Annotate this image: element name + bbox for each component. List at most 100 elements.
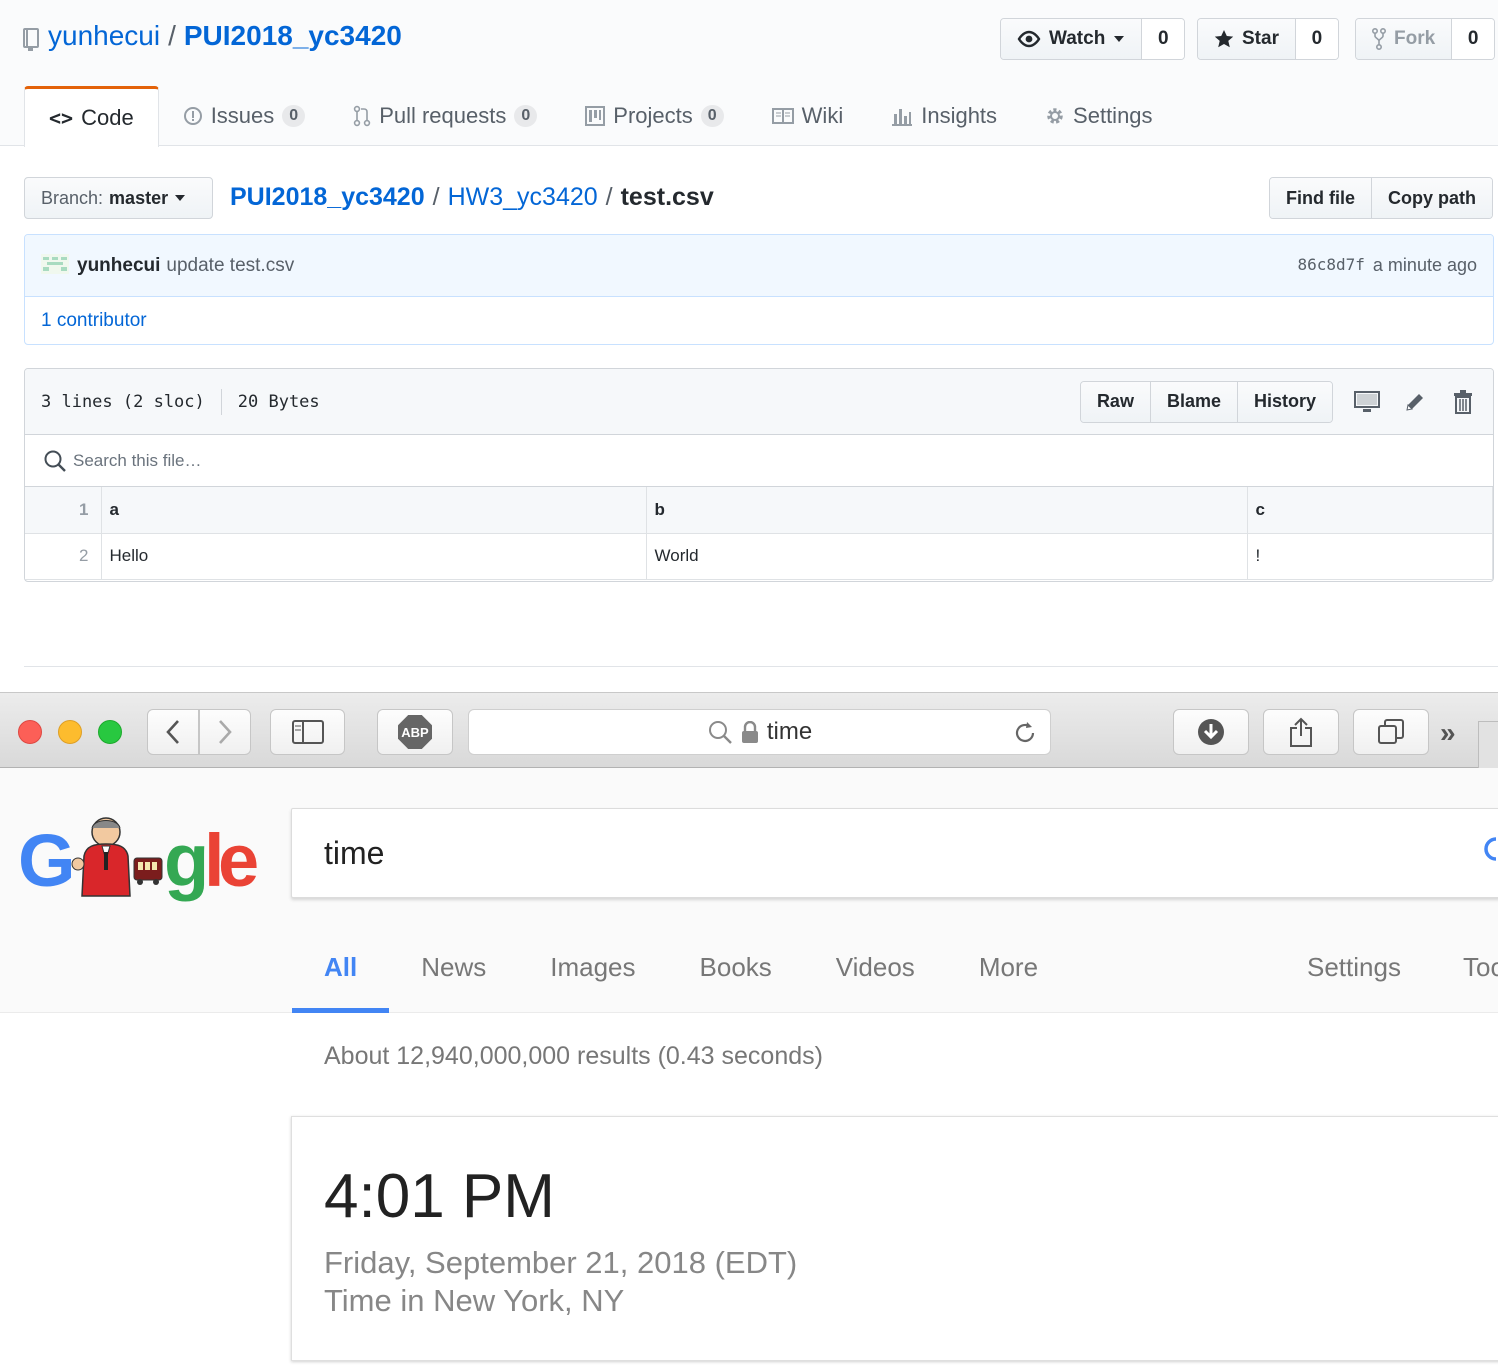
star-button[interactable]: Star bbox=[1198, 19, 1296, 59]
find-file-button[interactable]: Find file bbox=[1270, 178, 1371, 218]
time-location: Time in New York, NY bbox=[324, 1283, 625, 1318]
fork-button[interactable]: Fork bbox=[1356, 19, 1453, 59]
back-button[interactable] bbox=[147, 709, 199, 755]
tab-code-label: Code bbox=[81, 105, 134, 130]
scrollbar-edge bbox=[1478, 721, 1498, 769]
star-count[interactable]: 0 bbox=[1295, 19, 1338, 59]
fork-group: Fork 0 bbox=[1355, 18, 1496, 60]
trash-icon[interactable] bbox=[1449, 388, 1477, 416]
tab-settings-label: Settings bbox=[1073, 103, 1153, 128]
copy-path-button[interactable]: Copy path bbox=[1371, 178, 1492, 218]
github-page: yunhecui / PUI2018_yc3420 Watch 0 Star 0… bbox=[0, 0, 1498, 692]
tab-news[interactable]: News bbox=[389, 940, 518, 1013]
downloads-button[interactable] bbox=[1173, 709, 1249, 755]
desktop-icon[interactable] bbox=[1353, 388, 1381, 416]
tab-pull-requests-label: Pull requests bbox=[379, 103, 507, 128]
tab-settings[interactable]: Settings bbox=[1021, 86, 1177, 146]
pull-requests-count: 0 bbox=[514, 105, 538, 127]
table-row: 2 Hello World ! bbox=[25, 533, 1493, 580]
commit-message-link[interactable]: update test.csv bbox=[166, 255, 294, 277]
google-doodle-logo[interactable]: G g l e bbox=[18, 812, 260, 904]
watch-label: Watch bbox=[1049, 28, 1106, 49]
tab-insights[interactable]: Insights bbox=[867, 86, 1021, 146]
commit-author-link[interactable]: yunhecui bbox=[77, 255, 160, 277]
repo-owner-link[interactable]: yunhecui bbox=[48, 18, 160, 54]
avatar[interactable] bbox=[41, 251, 69, 281]
fork-count[interactable]: 0 bbox=[1452, 19, 1495, 59]
tab-all[interactable]: All bbox=[292, 940, 390, 1013]
breadcrumb-repo-link[interactable]: PUI2018_yc3420 bbox=[230, 180, 425, 214]
star-icon bbox=[1214, 30, 1234, 48]
breadcrumb-separator: / bbox=[432, 183, 440, 211]
svg-text:G: G bbox=[18, 819, 76, 902]
contributors-bar: 1 contributor bbox=[25, 297, 1493, 344]
zoom-window-button[interactable] bbox=[98, 720, 122, 744]
minimize-window-button[interactable] bbox=[58, 720, 82, 744]
sidebar-toggle-button[interactable] bbox=[270, 709, 345, 755]
repo-name-link[interactable]: PUI2018_yc3420 bbox=[184, 18, 402, 54]
caret-down-icon bbox=[175, 195, 186, 201]
file-search-input[interactable]: Search this file… bbox=[73, 451, 202, 471]
project-icon bbox=[585, 106, 606, 126]
reload-icon[interactable] bbox=[1012, 720, 1038, 746]
tab-books[interactable]: Books bbox=[668, 940, 804, 1013]
tab-issues-label: Issues bbox=[210, 103, 275, 128]
tab-images[interactable]: Images bbox=[518, 940, 667, 1013]
forward-button[interactable] bbox=[199, 709, 251, 755]
line-number[interactable]: 2 bbox=[25, 533, 102, 580]
repo-icon bbox=[22, 24, 40, 51]
repo-title: yunhecui / PUI2018_yc3420 bbox=[22, 18, 402, 54]
download-icon bbox=[1198, 719, 1224, 745]
search-icon bbox=[708, 721, 732, 744]
tab-pull-requests[interactable]: Pull requests 0 bbox=[329, 86, 561, 146]
breadcrumb-file: test.csv bbox=[620, 183, 714, 211]
address-text: time bbox=[766, 718, 813, 745]
tab-projects-label: Projects bbox=[613, 103, 693, 128]
current-date: Friday, September 21, 2018 (EDT) bbox=[324, 1245, 798, 1280]
history-button[interactable]: History bbox=[1236, 381, 1332, 422]
fork-label: Fork bbox=[1394, 28, 1436, 49]
tab-projects[interactable]: Projects 0 bbox=[561, 86, 747, 146]
tab-issues[interactable]: Issues 0 bbox=[159, 86, 330, 146]
search-icon[interactable] bbox=[1476, 831, 1496, 871]
tab-wiki[interactable]: Wiki bbox=[748, 86, 868, 146]
file-info-divider bbox=[220, 388, 222, 415]
blame-button[interactable]: Blame bbox=[1149, 381, 1237, 422]
gear-icon bbox=[1047, 108, 1063, 124]
breadcrumb-folder-link[interactable]: HW3_yc3420 bbox=[448, 180, 598, 214]
pencil-icon[interactable] bbox=[1401, 388, 1429, 416]
address-bar[interactable]: time bbox=[468, 709, 1051, 755]
commit-sha-link[interactable]: 86c8d7f bbox=[1297, 255, 1364, 276]
tab-videos[interactable]: Videos bbox=[804, 940, 947, 1013]
more-toolbar-items-icon[interactable]: » bbox=[1440, 717, 1455, 749]
watch-button[interactable]: Watch bbox=[1001, 19, 1143, 59]
search-tools-link[interactable]: Tools bbox=[1463, 940, 1498, 983]
pull-request-icon bbox=[353, 105, 371, 127]
contributors-link[interactable]: 1 contributor bbox=[41, 310, 147, 332]
raw-button[interactable]: Raw bbox=[1080, 381, 1150, 422]
adblock-icon: ABP bbox=[398, 715, 432, 749]
chevron-left-icon bbox=[166, 720, 179, 744]
adblock-label: ABP bbox=[401, 724, 429, 740]
search-icon bbox=[44, 450, 66, 472]
tabs-overview-button[interactable] bbox=[1353, 709, 1429, 755]
tab-insights-label: Insights bbox=[921, 103, 998, 128]
commit-tease: yunhecui update test.csv 86c8d7f a minut… bbox=[24, 234, 1494, 345]
google-search-input[interactable]: time bbox=[291, 808, 1498, 898]
tab-code[interactable]: <> Code bbox=[24, 86, 159, 147]
code-icon: <> bbox=[49, 106, 74, 130]
fork-icon bbox=[1372, 28, 1386, 50]
sidebar-icon bbox=[291, 720, 324, 744]
branch-selector[interactable]: Branch: master bbox=[24, 177, 213, 219]
google-header: G g l e time All News Images Books Video… bbox=[0, 768, 1498, 1013]
watch-count[interactable]: 0 bbox=[1142, 19, 1185, 59]
chevron-right-icon bbox=[219, 720, 232, 744]
adblock-button[interactable]: ABP bbox=[377, 709, 453, 755]
lock-icon bbox=[741, 721, 758, 743]
share-button[interactable] bbox=[1263, 709, 1339, 755]
file-search-bar[interactable]: Search this file… bbox=[25, 435, 1493, 487]
line-number[interactable]: 1 bbox=[25, 487, 102, 534]
search-settings-link[interactable]: Settings bbox=[1307, 940, 1401, 983]
tab-more[interactable]: More bbox=[947, 940, 1070, 1013]
close-window-button[interactable] bbox=[18, 720, 42, 744]
